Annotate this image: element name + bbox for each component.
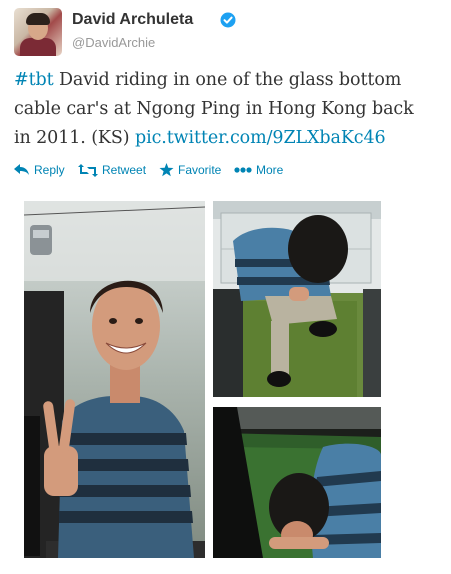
tweet-actions: Reply Retweet Favorite More [14,163,434,183]
verified-badge-icon [220,12,236,28]
retweet-label: Retweet [102,163,147,177]
display-name[interactable]: David Archuleta [72,11,193,29]
favorite-label: Favorite [178,163,222,177]
more-dots-icon [234,167,252,173]
avatar[interactable] [14,8,62,56]
hashtag-link[interactable]: #tbt [14,70,54,90]
tweet-text-line3: in 2011. (KS) [14,128,135,148]
retweet-button[interactable]: Retweet [78,163,146,177]
tweet-text-line1: David riding in one of the glass bottom [53,70,402,90]
favorite-button[interactable]: Favorite [159,163,221,177]
pic-link[interactable]: pic.twitter.com/9ZLXbaKc46 [135,128,386,148]
tweet-header: David Archuleta @DavidArchie [14,8,434,56]
tweet-text: #tbt David riding in one of the glass bo… [14,66,439,153]
cable-car-glass-floor-close-up-photo[interactable] [213,407,381,558]
reply-label: Reply [34,163,65,177]
star-icon [159,163,174,177]
cable-car-looking-down-glass-floor-photo[interactable] [213,201,381,397]
more-label: More [256,163,284,177]
reply-icon [14,164,29,175]
more-button[interactable]: More [234,163,283,177]
user-handle[interactable]: @DavidArchie [72,35,155,50]
retweet-icon [78,163,98,177]
tweet-text-line2: cable car's at Ngong Ping in Hong Kong b… [14,99,414,119]
reply-button[interactable]: Reply [14,163,65,177]
cable-car-smiling-peace-sign-photo[interactable] [24,201,205,558]
